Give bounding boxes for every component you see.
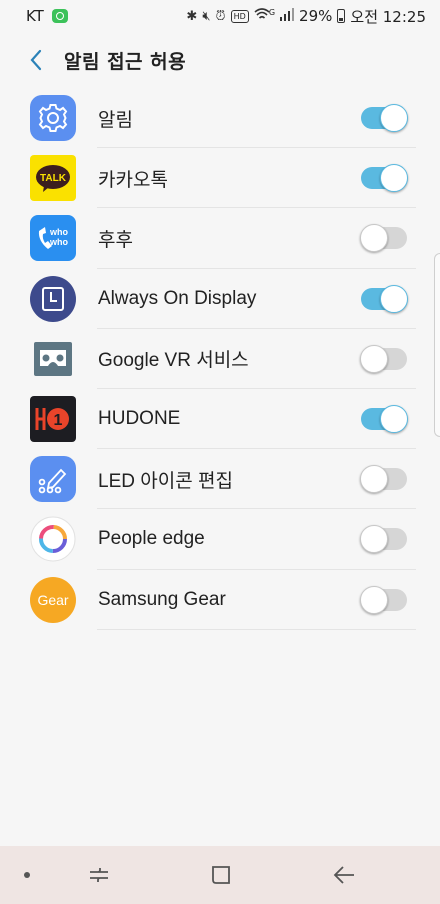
hudone-icon: 1 (30, 396, 76, 443)
vr-headset-icon (30, 336, 76, 382)
toggle-switch[interactable] (360, 585, 407, 614)
app-label: 카카오톡 (98, 169, 168, 191)
list-item-always-on-display[interactable]: Always On Display (0, 269, 440, 329)
chevron-left-icon (30, 49, 42, 71)
dot-icon[interactable] (24, 872, 30, 878)
toggle-switch[interactable] (361, 104, 408, 133)
battery-icon (337, 9, 346, 23)
status-left: KT (26, 7, 68, 25)
clock: 오전 12:25 (350, 7, 426, 26)
message-notification-icon (51, 9, 68, 23)
wifi-icon (254, 7, 270, 25)
back-nav-button[interactable] (329, 860, 359, 890)
network-type: G (268, 7, 276, 17)
toggle-switch[interactable] (361, 284, 408, 313)
bluetooth-icon: ✱ (186, 8, 198, 24)
app-label: HUDONE (98, 408, 181, 430)
carrier-label: KT (26, 7, 44, 25)
back-button[interactable] (16, 40, 56, 80)
list-item-google-vr[interactable]: Google VR 서비스 (0, 329, 440, 389)
toggle-switch[interactable] (360, 465, 407, 494)
app-list: 알림 TALK 카카오톡 who who 후후 Always On Displa… (0, 88, 440, 630)
mute-icon: 🔇︎ (202, 8, 211, 24)
signal-icon (280, 7, 295, 25)
app-label: 후후 (98, 229, 133, 251)
app-label: Always On Display (98, 287, 257, 309)
home-button[interactable] (206, 860, 236, 890)
list-item-whowho[interactable]: who who 후후 (0, 208, 440, 269)
list-item-kakaotalk[interactable]: TALK 카카오톡 (0, 148, 440, 209)
back-arrow-icon (333, 866, 354, 884)
people-edge-icon (30, 516, 76, 562)
home-icon (212, 866, 230, 884)
toggle-switch[interactable] (360, 224, 407, 253)
app-label: Samsung Gear (98, 588, 226, 610)
svg-text:1: 1 (54, 412, 63, 429)
whowho-icon: who who (30, 215, 76, 262)
svg-text:who: who (49, 237, 68, 247)
list-item-led-icon-edit[interactable]: LED 아이콘 편집 (0, 449, 440, 510)
always-on-display-icon (30, 275, 76, 322)
toggle-switch[interactable] (361, 405, 408, 434)
gear-app-icon: Gear (30, 576, 76, 623)
toggle-switch[interactable] (360, 344, 407, 373)
list-item-hudone[interactable]: 1 HUDONE (0, 389, 440, 450)
alarm-icon: ⏰︎ (215, 8, 226, 24)
recent-apps-icon (90, 868, 108, 882)
svg-text:TALK: TALK (40, 173, 67, 184)
list-item-notifications[interactable]: 알림 (0, 88, 440, 149)
divider (97, 628, 416, 630)
hd-voice-badge: HD (230, 9, 249, 23)
status-right: ✱ 🔇︎ ⏰︎ HD G 29% 오전 12:25 (186, 6, 426, 27)
svg-text:who: who (49, 227, 68, 237)
recent-apps-button[interactable] (84, 860, 114, 890)
app-bar: 알림 접근 허용 (0, 32, 440, 88)
led-edit-icon (30, 456, 76, 503)
app-label: People edge (98, 528, 205, 550)
list-item-samsung-gear[interactable]: Gear Samsung Gear (0, 570, 440, 630)
navigation-bar (0, 846, 440, 904)
status-bar: KT ✱ 🔇︎ ⏰︎ HD G 29% 오전 12:25 (0, 0, 440, 32)
scroll-handle[interactable] (434, 253, 440, 437)
svg-text:Gear: Gear (37, 592, 68, 608)
gear-icon (30, 95, 76, 142)
app-label: 알림 (98, 109, 133, 131)
page-title: 알림 접근 허용 (64, 50, 187, 73)
toggle-switch[interactable] (360, 525, 407, 554)
list-item-people-edge[interactable]: People edge (0, 509, 440, 570)
battery-percent: 29% (299, 7, 333, 25)
kakaotalk-icon: TALK (30, 155, 76, 202)
toggle-switch[interactable] (361, 164, 408, 193)
app-label: Google VR 서비스 (98, 350, 249, 372)
app-label: LED 아이콘 편집 (98, 470, 233, 492)
